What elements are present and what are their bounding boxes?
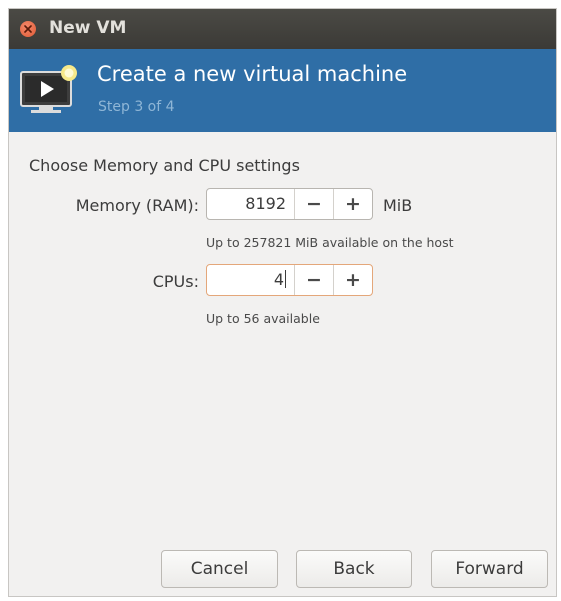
memory-unit: MiB — [383, 196, 413, 215]
vm-monitor-icon — [19, 64, 81, 114]
memory-label: Memory (RAM): — [75, 196, 199, 215]
text-caret — [285, 270, 286, 288]
wizard-step: Step 3 of 4 — [98, 99, 175, 115]
cpus-input[interactable]: 4 — [207, 265, 294, 295]
cpus-label: CPUs: — [152, 272, 199, 291]
section-title: Choose Memory and CPU settings — [29, 156, 300, 175]
memory-spinbutton: 8192 − + — [206, 188, 373, 220]
memory-decrement-button[interactable]: − — [294, 189, 333, 219]
cpus-decrement-button[interactable]: − — [294, 265, 333, 295]
memory-increment-button[interactable]: + — [333, 189, 372, 219]
memory-hint: Up to 257821 MiB available on the host — [206, 235, 454, 250]
cpus-value: 4 — [273, 270, 284, 289]
memory-input[interactable]: 8192 — [207, 189, 294, 219]
wizard-title: Create a new virtual machine — [97, 62, 408, 86]
cpus-spinbutton: 4 − + — [206, 264, 373, 296]
cancel-button[interactable]: Cancel — [161, 550, 278, 588]
new-vm-window: New VM Create a new virtual machine Step… — [8, 8, 557, 597]
window-title: New VM — [49, 18, 127, 38]
cpus-hint: Up to 56 available — [206, 311, 320, 326]
forward-button[interactable]: Forward — [431, 550, 548, 588]
titlebar: New VM — [9, 9, 556, 49]
cpus-increment-button[interactable]: + — [333, 265, 372, 295]
close-icon[interactable] — [20, 21, 36, 37]
back-button[interactable]: Back — [296, 550, 412, 588]
wizard-header: Create a new virtual machine Step 3 of 4 — [9, 49, 556, 132]
